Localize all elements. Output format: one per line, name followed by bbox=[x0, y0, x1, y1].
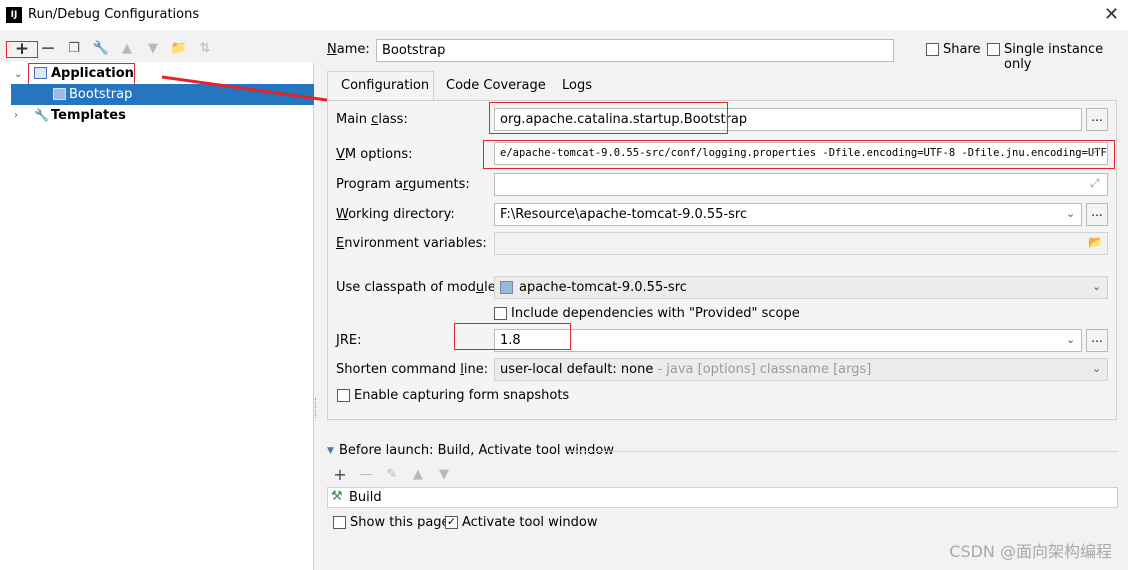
name-field[interactable]: Bootstrap bbox=[376, 39, 894, 62]
classpath-value: apache-tomcat-9.0.55-src bbox=[519, 280, 687, 295]
tab-configuration[interactable]: Configuration bbox=[341, 72, 429, 100]
include-deps-checkbox[interactable] bbox=[494, 307, 507, 320]
main-class-label: Main class: bbox=[336, 112, 408, 127]
edit-icon[interactable]: ✎ bbox=[383, 466, 401, 484]
build-item-label[interactable]: Build bbox=[349, 490, 382, 505]
single-instance-label: Single instance only bbox=[1004, 42, 1104, 72]
shorten-label: Shorten command line: bbox=[336, 362, 489, 377]
show-page-checkbox[interactable] bbox=[333, 516, 346, 529]
main-class-browse-button[interactable]: ... bbox=[1086, 108, 1108, 131]
shorten-select[interactable]: user-local default: none - java [options… bbox=[494, 358, 1108, 381]
chevron-down-icon[interactable]: ⌄ bbox=[1066, 207, 1075, 220]
activate-tool-window-checkbox[interactable]: ✓ bbox=[445, 516, 458, 529]
before-launch-list bbox=[327, 487, 1118, 508]
vm-options-annotation-box bbox=[483, 140, 1115, 169]
working-dir-field[interactable]: F:\Resource\apache-tomcat-9.0.55-src bbox=[494, 203, 1082, 226]
share-label: Share bbox=[943, 42, 981, 57]
move-down-icon[interactable]: ▼ bbox=[435, 466, 453, 484]
working-dir-browse-button[interactable]: ... bbox=[1086, 203, 1108, 226]
vm-options-label: VM options: bbox=[336, 147, 413, 162]
working-dir-label: Working directory: bbox=[336, 207, 455, 222]
name-label: Name: bbox=[327, 42, 370, 57]
show-page-label: Show this page bbox=[350, 515, 450, 530]
shorten-value: user-local default: none bbox=[500, 362, 654, 377]
jre-label: JRE: bbox=[336, 333, 362, 348]
program-args-field[interactable] bbox=[494, 173, 1108, 196]
remove-icon[interactable]: — bbox=[357, 466, 375, 484]
classpath-label: Use classpath of module: bbox=[336, 280, 501, 295]
include-deps-label: Include dependencies with "Provided" sco… bbox=[511, 306, 800, 321]
env-vars-label: Environment variables: bbox=[336, 236, 487, 251]
before-launch-separator bbox=[568, 451, 1118, 452]
build-hammer-icon: ⚒ bbox=[331, 489, 343, 504]
share-checkbox[interactable] bbox=[926, 43, 939, 56]
main-class-annotation-box bbox=[489, 102, 728, 134]
jre-browse-button[interactable]: ... bbox=[1086, 329, 1108, 352]
chevron-down-icon[interactable]: ⌄ bbox=[1092, 362, 1101, 375]
collapse-triangle-icon[interactable]: ▼ bbox=[327, 446, 334, 456]
capture-snapshots-label: Enable capturing form snapshots bbox=[354, 388, 570, 403]
capture-snapshots-checkbox[interactable] bbox=[337, 389, 350, 402]
jre-select[interactable]: 1.8 bbox=[494, 329, 1082, 352]
tab-logs[interactable]: Logs bbox=[562, 72, 592, 100]
chevron-down-icon[interactable]: ⌄ bbox=[1066, 333, 1075, 346]
tab-code-coverage[interactable]: Code Coverage bbox=[446, 72, 546, 100]
module-icon bbox=[500, 281, 513, 294]
activate-tool-window-label: Activate tool window bbox=[462, 515, 598, 530]
env-vars-field[interactable] bbox=[494, 232, 1108, 255]
watermark: CSDN @面向架构编程 bbox=[949, 542, 1112, 561]
add-icon[interactable]: + bbox=[331, 466, 349, 484]
expand-icon[interactable]: ⤢ bbox=[1090, 176, 1100, 191]
single-instance-checkbox[interactable] bbox=[987, 43, 1000, 56]
shorten-hint: - java [options] classname [args] bbox=[653, 362, 872, 377]
jre-annotation-box bbox=[454, 323, 571, 350]
move-up-icon[interactable]: ▲ bbox=[409, 466, 427, 484]
chevron-down-icon[interactable]: ⌄ bbox=[1092, 280, 1101, 293]
folder-icon[interactable]: 📂 bbox=[1088, 235, 1103, 249]
splitter-handle[interactable] bbox=[315, 398, 318, 418]
program-args-label: Program arguments: bbox=[336, 177, 470, 192]
